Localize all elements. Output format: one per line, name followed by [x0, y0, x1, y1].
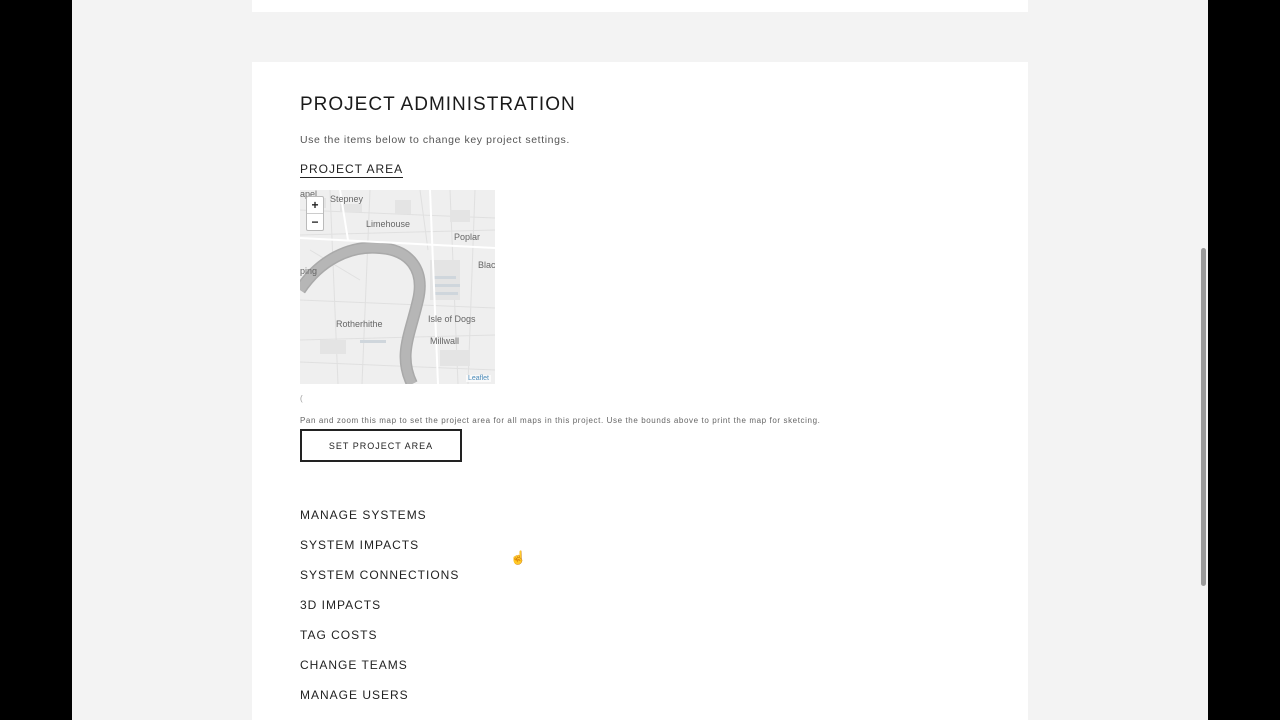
- menu-item-tag-costs[interactable]: TAG COSTS: [300, 628, 459, 658]
- project-admin-card: PROJECT ADMINISTRATION Use the items bel…: [252, 62, 1028, 720]
- menu-item-system-impacts[interactable]: SYSTEM IMPACTS: [300, 538, 459, 568]
- map-label-rotherhithe: Rotherhithe: [336, 319, 383, 329]
- menu-item-manage-systems[interactable]: MANAGE SYSTEMS: [300, 508, 459, 538]
- map-label-stepney: Stepney: [330, 194, 364, 204]
- menu-item-change-teams[interactable]: CHANGE TEAMS: [300, 658, 459, 688]
- map-label-wapping: ping: [300, 266, 318, 276]
- page-scrollbar[interactable]: [1198, 0, 1208, 720]
- intro-text: Use the items below to change key projec…: [300, 134, 570, 146]
- set-project-area-button[interactable]: SET PROJECT AREA: [300, 429, 462, 462]
- zoom-out-button[interactable]: −: [307, 213, 323, 230]
- menu-item-system-connections[interactable]: SYSTEM CONNECTIONS: [300, 568, 459, 598]
- map-label-isle-of-dogs: Isle of Dogs: [428, 314, 476, 324]
- page-title: PROJECT ADMINISTRATION: [300, 94, 576, 115]
- map-label-blackwall: Blac: [478, 260, 495, 270]
- scrollbar-thumb[interactable]: [1201, 248, 1206, 586]
- map-zoom-control: + −: [306, 196, 324, 231]
- map-bounds-text: (: [300, 394, 303, 403]
- map-label-limehouse: Limehouse: [366, 219, 411, 229]
- map-hint-text: Pan and zoom this map to set the project…: [300, 416, 821, 425]
- map-label-millwall: Millwall: [430, 336, 459, 346]
- page-viewport: PROJECT ADMINISTRATION Use the items bel…: [72, 0, 1208, 720]
- project-area-heading[interactable]: PROJECT AREA: [300, 162, 404, 178]
- zoom-in-button[interactable]: +: [307, 197, 323, 213]
- previous-card: [252, 0, 1028, 12]
- hand-cursor-icon: ☝: [510, 550, 527, 565]
- map-label-poplar: Poplar: [454, 232, 481, 242]
- leaflet-attribution-link[interactable]: Leaflet: [465, 375, 491, 382]
- menu-item-3d-impacts[interactable]: 3D IMPACTS: [300, 598, 459, 628]
- menu-item-manage-users[interactable]: MANAGE USERS: [300, 688, 459, 718]
- admin-menu: MANAGE SYSTEMS SYSTEM IMPACTS SYSTEM CON…: [300, 508, 459, 718]
- project-area-map[interactable]: Stepney Limehouse Poplar Rotherhithe Isl…: [300, 190, 495, 384]
